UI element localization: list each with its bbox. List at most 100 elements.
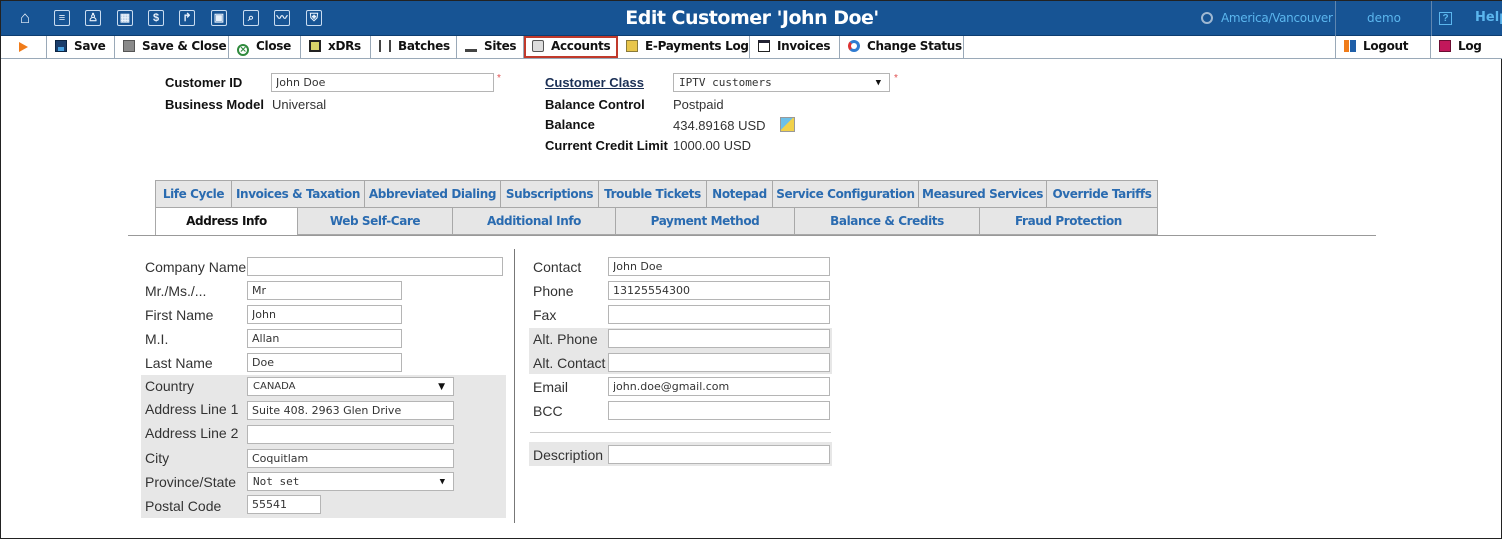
country-select[interactable]: CANADA ▼	[247, 377, 454, 396]
postal-code-input[interactable]	[247, 495, 321, 514]
epayments-label: E-Payments Log	[645, 39, 749, 53]
toolbar-expand-button[interactable]	[1, 36, 47, 58]
alt-contact-label: Alt. Contact	[533, 355, 606, 371]
province-state-label: Province/State	[145, 474, 237, 490]
tab-underline	[128, 235, 1376, 236]
description-label: Description	[533, 447, 604, 463]
customer-id-input[interactable]	[271, 73, 494, 92]
contact-input[interactable]	[608, 257, 830, 276]
save-close-button[interactable]: Save & Close	[115, 36, 229, 58]
change-status-icon	[848, 40, 860, 52]
address-line-2-input[interactable]	[247, 425, 454, 444]
business-model-label: Business Model	[165, 97, 264, 112]
postal-code-label: Postal Code	[145, 498, 222, 514]
address-line-2-label: Address Line 2	[145, 425, 239, 441]
batches-label: Batches	[398, 39, 450, 53]
top-navigation-bar: ⌂ ≡ ♙ ▦ $ ↱ ▣ ⌕ 〰 ⛨ Edit Customer 'John …	[1, 1, 1502, 36]
tab-fraud-protection[interactable]: Fraud Protection	[979, 207, 1158, 235]
country-label: Country	[145, 378, 195, 394]
province-state-select[interactable]: Not set ▼	[247, 472, 454, 491]
sites-button[interactable]: Sites	[457, 36, 524, 58]
chevron-down-icon: ▼	[439, 477, 445, 487]
logout-button[interactable]: Logout	[1335, 36, 1431, 58]
xdrs-button[interactable]: xDRs	[301, 36, 371, 58]
alt-contact-input[interactable]	[608, 353, 830, 372]
address-group-shade	[141, 375, 506, 518]
first-name-input[interactable]	[247, 305, 402, 324]
accounts-icon	[532, 40, 544, 52]
email-label: Email	[533, 379, 569, 395]
tab-additional-info[interactable]: Additional Info	[452, 207, 616, 235]
close-icon: ×	[237, 44, 249, 56]
tab-abbreviated-dialing[interactable]: Abbreviated Dialing	[364, 180, 501, 208]
timezone-link[interactable]: America/Vancouver	[1201, 11, 1333, 25]
tab-service-configuration[interactable]: Service Configuration	[772, 180, 919, 208]
salutation-label: Mr./Ms./...	[145, 283, 207, 299]
province-state-value: Not set	[253, 475, 300, 488]
description-input[interactable]	[608, 445, 830, 464]
accounts-label: Accounts	[551, 39, 611, 53]
accounts-button[interactable]: Accounts	[524, 36, 618, 58]
tab-address-info[interactable]: Address Info	[155, 207, 298, 236]
tab-payment-method[interactable]: Payment Method	[615, 207, 795, 235]
user-link[interactable]: demo	[1337, 11, 1431, 25]
customer-class-select[interactable]: IPTV customers ▼	[673, 73, 890, 92]
save-close-label: Save & Close	[142, 39, 227, 53]
city-input[interactable]	[247, 449, 454, 468]
change-status-button[interactable]: Change Status	[840, 36, 964, 58]
help-icon[interactable]: ?	[1439, 12, 1452, 25]
tab-trouble-tickets[interactable]: Trouble Tickets	[598, 180, 707, 208]
section-divider	[530, 432, 831, 433]
last-name-input[interactable]	[247, 353, 402, 372]
fax-input[interactable]	[608, 305, 830, 324]
timezone-label: America/Vancouver	[1221, 11, 1333, 25]
first-name-label: First Name	[145, 307, 214, 323]
close-label: Close	[256, 39, 291, 53]
divider	[1335, 1, 1336, 36]
last-name-label: Last Name	[145, 355, 213, 371]
chevron-down-icon: ▼	[875, 78, 881, 88]
batches-button[interactable]: Batches	[371, 36, 457, 58]
divider	[1431, 1, 1432, 36]
email-input[interactable]	[608, 377, 830, 396]
tab-invoices-taxation[interactable]: Invoices & Taxation	[231, 180, 365, 208]
epayments-log-button[interactable]: E-Payments Log	[618, 36, 750, 58]
balance-control-value: Postpaid	[673, 97, 724, 112]
batches-icon	[379, 40, 391, 52]
tab-web-self-care[interactable]: Web Self-Care	[297, 207, 453, 235]
balance-control-label: Balance Control	[545, 97, 645, 112]
epayments-icon	[626, 40, 638, 52]
tab-notepad[interactable]: Notepad	[706, 180, 773, 208]
play-arrow-icon	[19, 42, 28, 52]
tab-subscriptions[interactable]: Subscriptions	[500, 180, 599, 208]
save-close-icon	[123, 40, 135, 52]
customer-id-label: Customer ID	[165, 75, 243, 90]
tab-measured-services[interactable]: Measured Services	[918, 180, 1047, 208]
customer-class-link[interactable]: Customer Class	[545, 75, 644, 90]
invoices-label: Invoices	[777, 39, 831, 53]
xdrs-icon	[309, 40, 321, 52]
company-name-input[interactable]	[247, 257, 503, 276]
log-button[interactable]: Log	[1431, 36, 1502, 58]
phone-input[interactable]	[608, 281, 830, 300]
toolbar: Save Save & Close × Close xDRs Batches Si…	[1, 36, 1502, 59]
bcc-input[interactable]	[608, 401, 830, 420]
salutation-input[interactable]	[247, 281, 402, 300]
alt-phone-input[interactable]	[608, 329, 830, 348]
help-link[interactable]: Help	[1475, 10, 1502, 25]
invoices-button[interactable]: Invoices	[750, 36, 840, 58]
customer-class-value: IPTV customers	[679, 76, 772, 89]
city-label: City	[145, 450, 170, 466]
tab-life-cycle[interactable]: Life Cycle	[155, 180, 232, 208]
tab-balance-credits[interactable]: Balance & Credits	[794, 207, 980, 235]
tab-override-tariffs[interactable]: Override Tariffs	[1046, 180, 1158, 208]
middle-initial-input[interactable]	[247, 329, 402, 348]
close-button[interactable]: × Close	[229, 36, 301, 58]
log-label: Log	[1458, 39, 1482, 53]
balance-adjust-icon[interactable]	[780, 117, 795, 132]
save-button[interactable]: Save	[47, 36, 115, 58]
address-line-1-input[interactable]	[247, 401, 454, 420]
save-label: Save	[74, 39, 106, 53]
middle-initial-label: M.I.	[145, 331, 169, 347]
company-name-label: Company Name	[145, 259, 247, 275]
